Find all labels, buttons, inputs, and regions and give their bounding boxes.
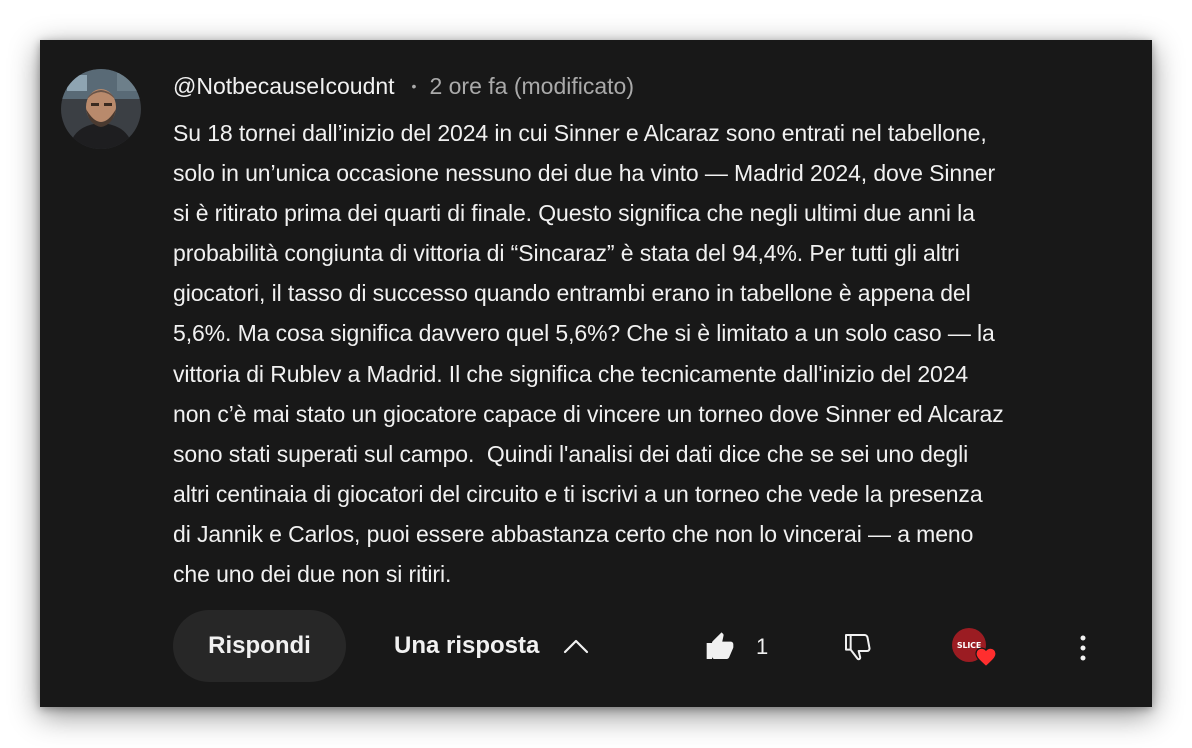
author-handle[interactable]: @NotbecauseIcoudnt: [173, 73, 395, 100]
comment-header: @NotbecauseIcoudnt • 2 ore fa (modificat…: [173, 70, 634, 102]
like-count: 1: [756, 634, 769, 659]
comment-timestamp[interactable]: 2 ore fa (modificato): [429, 73, 634, 100]
comment-text: Su 18 tornei dall’inizio del 2024 in cui…: [173, 120, 1004, 588]
reply-button[interactable]: Rispondi: [173, 610, 346, 682]
avatar-image: [61, 69, 141, 149]
creator-heart-badge: SLICE: [950, 626, 1002, 674]
chevron-up-icon: [563, 638, 589, 654]
dislike-button[interactable]: [838, 625, 878, 669]
replies-count-label: Una risposta: [394, 632, 540, 659]
heart-icon: [975, 647, 997, 668]
reply-button-label: Rispondi: [208, 632, 311, 659]
toggle-replies-button[interactable]: Una risposta: [394, 620, 589, 672]
more-vert-icon: [1080, 635, 1086, 661]
more-actions-button[interactable]: [1066, 628, 1100, 668]
comment-card: @NotbecauseIcoudnt • 2 ore fa (modificat…: [40, 40, 1152, 707]
thumbs-up-filled-icon: [706, 632, 734, 659]
like-button[interactable]: [700, 625, 740, 669]
meta-separator: •: [411, 78, 417, 94]
thumbs-down-icon: [845, 634, 871, 661]
user-avatar[interactable]: [61, 69, 141, 149]
